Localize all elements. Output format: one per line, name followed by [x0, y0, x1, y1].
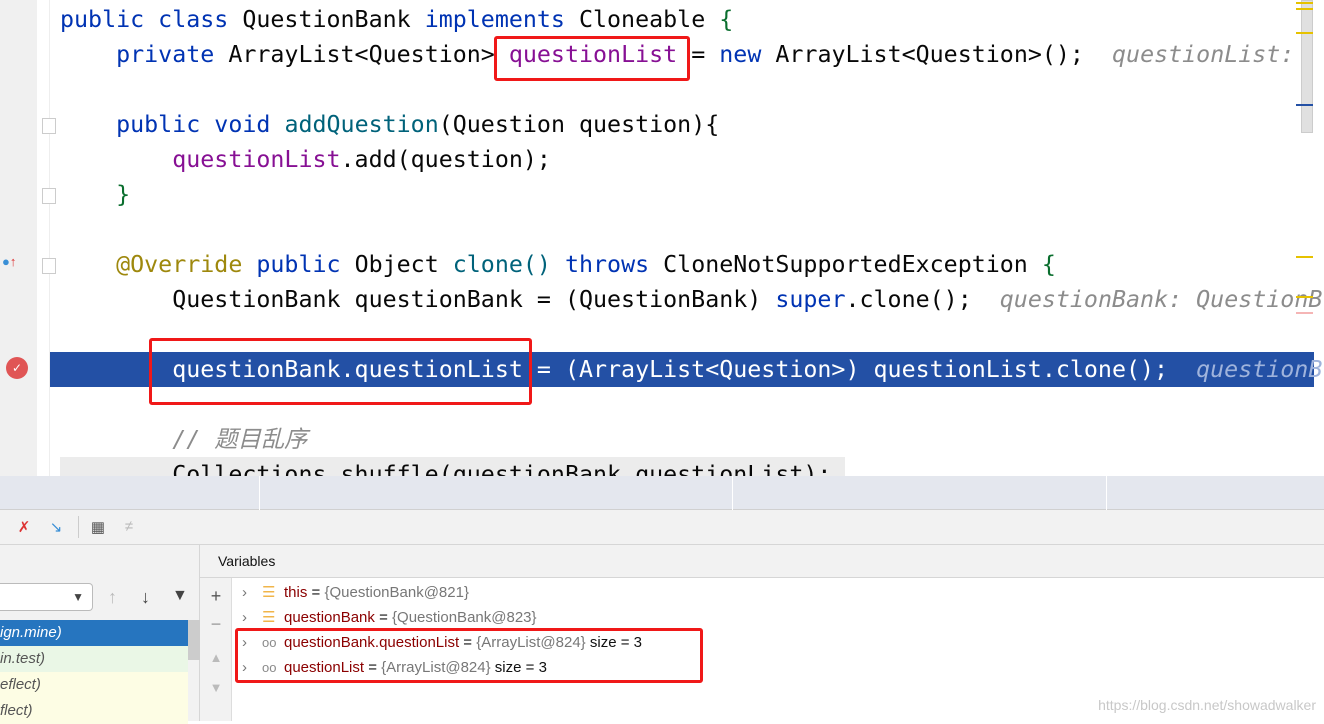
frame-item[interactable]: ign.mine): [0, 620, 188, 646]
annotation-box: [235, 628, 703, 683]
editor-scrollbar[interactable]: [1301, 0, 1313, 133]
move-up-icon[interactable]: ▲: [206, 650, 226, 665]
frame-item[interactable]: eflect): [0, 672, 188, 698]
frame-item[interactable]: in.test): [0, 646, 188, 672]
watermark: https://blog.csdn.net/showadwalker: [1098, 697, 1316, 713]
debug-tab-strip: [0, 476, 1324, 510]
frame-item[interactable]: flect): [0, 698, 188, 724]
code-line: @Override public Object clone() throws C…: [116, 251, 1056, 278]
trace-icon[interactable]: ≠: [119, 518, 139, 535]
variable-row[interactable]: › ☰ questionBank = {QuestionBank@823}: [242, 605, 537, 630]
code-line: public void addQuestion(Question questio…: [116, 111, 720, 138]
move-down-icon[interactable]: ▼: [206, 680, 226, 695]
code-editor[interactable]: ●↑ ✓ public class QuestionBank implement…: [0, 0, 1324, 476]
breakpoint-icon[interactable]: ✓: [6, 357, 28, 379]
override-method-icon[interactable]: ●↑: [2, 254, 16, 269]
variables-header: Variables: [200, 545, 1324, 578]
add-watch-icon[interactable]: +: [206, 586, 226, 607]
fold-icon[interactable]: [42, 188, 56, 204]
chevron-right-icon[interactable]: ›: [242, 580, 262, 605]
variables-panel: Variables + − ▲ ▼ › ☰ this = {QuestionBank…: [200, 545, 1324, 721]
frames-panel: ▼ ↑ ↓ ▼ ign.mine) in.test) eflect) flect…: [0, 545, 200, 724]
variable-row[interactable]: › ☰ this = {QuestionBank@821}: [242, 580, 469, 605]
fold-icon[interactable]: [42, 258, 56, 274]
chevron-right-icon[interactable]: ›: [242, 605, 262, 630]
annotation-box: [149, 338, 532, 405]
arrow-down-icon[interactable]: ↓: [141, 587, 150, 608]
gutter: [0, 0, 37, 476]
code-line: }: [116, 181, 131, 208]
drop-frame-icon[interactable]: ✗: [14, 518, 34, 536]
chevron-down-icon: ▼: [72, 590, 84, 604]
arrow-up-icon[interactable]: ↑: [108, 587, 117, 608]
debug-toolbar: ✗ ↘ ▦ ≠: [0, 510, 1324, 545]
frames-scrollbar[interactable]: [188, 620, 200, 660]
remove-watch-icon[interactable]: −: [206, 614, 226, 635]
run-to-cursor-icon[interactable]: ↘: [46, 518, 66, 536]
annotation-box: [494, 36, 690, 81]
code-comment: // 题目乱序: [172, 426, 308, 453]
code-line: QuestionBank questionBank = (QuestionBan…: [172, 286, 1323, 313]
field-icon: ☰: [262, 584, 276, 601]
thread-selector[interactable]: ▼: [0, 583, 93, 611]
code-line: Collections.shuffle(questionBank.questio…: [60, 457, 845, 476]
field-icon: ☰: [262, 609, 276, 626]
filter-icon[interactable]: ▼: [172, 587, 188, 605]
variables-side-toolbar: + − ▲ ▼: [200, 578, 232, 721]
evaluate-expression-icon[interactable]: ▦: [88, 518, 108, 536]
code-line: public class QuestionBank implements Clo…: [60, 6, 734, 33]
code-line: questionList.add(question);: [172, 146, 551, 173]
fold-gutter: [37, 0, 50, 476]
fold-icon[interactable]: [42, 118, 56, 134]
